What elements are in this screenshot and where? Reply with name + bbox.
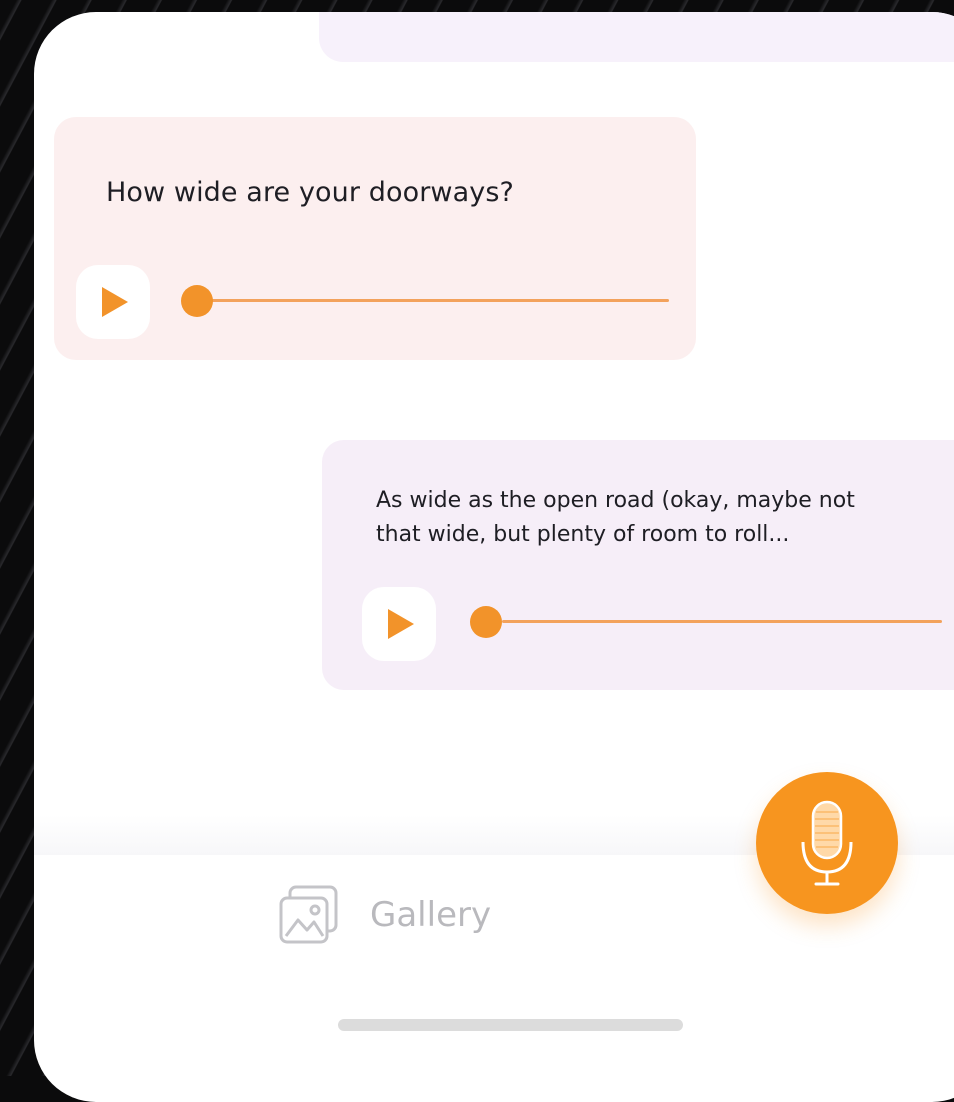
outgoing-message-bubble: As wide as the open road (okay, maybe no… bbox=[322, 440, 954, 690]
outgoing-audio-scrubber[interactable] bbox=[470, 606, 502, 638]
incoming-audio-track[interactable] bbox=[199, 299, 669, 302]
gallery-label: Gallery bbox=[370, 895, 492, 935]
outgoing-play-button[interactable] bbox=[362, 587, 436, 661]
microphone-icon bbox=[801, 800, 853, 886]
previous-message-fragment bbox=[319, 12, 954, 62]
record-voice-button[interactable] bbox=[756, 772, 898, 914]
image-gallery-icon bbox=[278, 884, 340, 946]
phone-screen: How wide are your doorways? As wide as t… bbox=[34, 12, 954, 1102]
incoming-audio-scrubber[interactable] bbox=[181, 285, 213, 317]
incoming-play-button[interactable] bbox=[76, 265, 150, 339]
play-icon bbox=[388, 609, 414, 639]
home-indicator[interactable] bbox=[338, 1019, 683, 1031]
outgoing-message-line-2: that wide, but plenty of room to roll... bbox=[376, 522, 790, 547]
outgoing-message-line-1: As wide as the open road (okay, maybe no… bbox=[376, 488, 855, 513]
outgoing-audio-track[interactable] bbox=[502, 620, 942, 623]
gallery-button[interactable]: Gallery bbox=[278, 880, 491, 950]
incoming-message-bubble: How wide are your doorways? bbox=[54, 117, 696, 360]
outgoing-message-text: As wide as the open road (okay, maybe no… bbox=[376, 484, 954, 552]
play-icon bbox=[102, 287, 128, 317]
incoming-message-text: How wide are your doorways? bbox=[106, 177, 514, 208]
